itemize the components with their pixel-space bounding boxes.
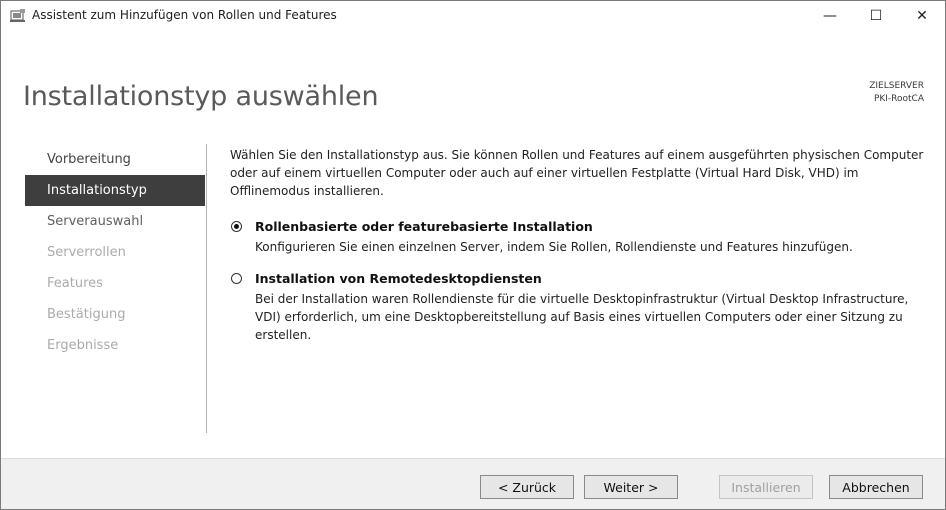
option-role-based-description: Konfigurieren Sie einen einzelnen Server…: [255, 240, 853, 254]
title-bar: Assistent zum Hinzufügen von Rollen und …: [1, 1, 945, 31]
next-button[interactable]: Weiter >: [584, 475, 678, 499]
radio-role-based[interactable]: [231, 221, 242, 232]
back-button[interactable]: < Zurück: [480, 475, 574, 499]
option-role-based-label[interactable]: Rollenbasierte oder featurebasierte Inst…: [255, 218, 936, 236]
nav-item-ergebnisse: Ergebnisse: [47, 338, 119, 353]
main-content: Wählen Sie den Installationstyp aus. Sie…: [230, 146, 936, 358]
server-manager-icon: [10, 8, 26, 24]
destination-server-name: PKI-RootCA: [873, 94, 924, 104]
minimize-icon[interactable]: —: [807, 1, 853, 31]
nav-item-serverauswahl[interactable]: Serverauswahl: [25, 206, 205, 237]
option-role-based[interactable]: Rollenbasierte oder featurebasierte Inst…: [230, 218, 936, 256]
intro-text: Wählen Sie den Installationstyp aus. Sie…: [230, 148, 924, 198]
close-icon[interactable]: ✕: [899, 1, 945, 31]
window-title: Assistent zum Hinzufügen von Rollen und …: [32, 8, 337, 22]
option-remote-desktop[interactable]: Installation von Remotedesktopdiensten B…: [230, 270, 936, 344]
nav-item-vorbereitung[interactable]: Vorbereitung: [25, 144, 205, 175]
nav-item-features: Features: [47, 276, 103, 291]
radio-remote-desktop[interactable]: [231, 273, 242, 284]
option-remote-desktop-label[interactable]: Installation von Remotedesktopdiensten: [255, 270, 936, 288]
option-remote-desktop-description: Bei der Installation waren Rollendienste…: [255, 292, 909, 342]
wizard-window: Assistent zum Hinzufügen von Rollen und …: [0, 0, 946, 510]
destination-server-info: ZIELSERVER PKI-RootCA: [869, 80, 924, 106]
maximize-icon[interactable]: ☐: [853, 1, 899, 31]
install-button: Installieren: [719, 475, 813, 499]
wizard-nav: Vorbereitung Installationstyp Serverausw…: [25, 144, 207, 361]
nav-item-installationstyp[interactable]: Installationstyp: [25, 175, 205, 206]
page-title: Installationstyp auswählen: [23, 81, 379, 112]
cancel-button[interactable]: Abbrechen: [829, 475, 923, 499]
nav-item-serverrollen: Serverrollen: [47, 245, 126, 260]
nav-divider: [206, 144, 207, 433]
destination-label: ZIELSERVER: [869, 81, 924, 91]
nav-item-bestaetigung: Bestätigung: [47, 307, 126, 322]
